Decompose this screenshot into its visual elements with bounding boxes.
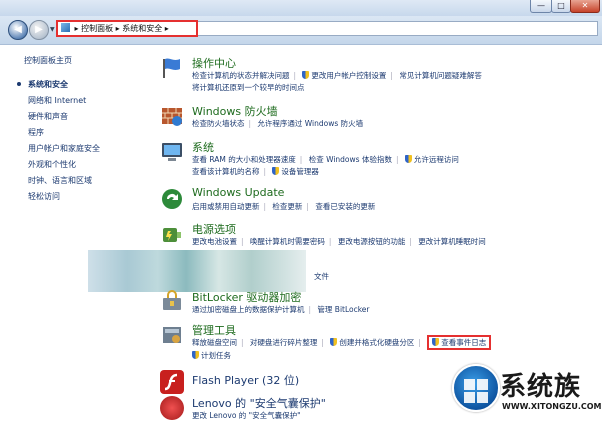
recent-pages-chevron-icon[interactable]: ▼ [50, 26, 55, 33]
watermark-url: WWW.XITONGZU.COM [502, 402, 602, 411]
experience-index-link[interactable]: 检查 Windows 体验指数 [309, 155, 392, 164]
sleep-time-link[interactable]: 更改计算机睡眠时间 [418, 237, 486, 246]
breadcrumb-system-security[interactable]: 系统和安全 [122, 24, 162, 33]
sidebar-item-user-accounts[interactable]: 用户帐户和家庭安全 [28, 143, 100, 154]
uac-settings-link[interactable]: 更改用户帐户控制设置 [311, 71, 386, 80]
sidebar-item-programs[interactable]: 程序 [28, 127, 44, 138]
check-status-link[interactable]: 检查计算机的状态并解决问题 [192, 71, 290, 80]
blurred-region [88, 250, 306, 292]
computer-icon [160, 140, 184, 164]
installed-updates-link[interactable]: 查看已安装的更新 [315, 202, 375, 211]
firewall-status-link[interactable]: 检查防火墙状态 [192, 119, 245, 128]
power-title[interactable]: 电源选项 [192, 221, 236, 237]
lenovo-icon [160, 396, 184, 420]
update-icon [160, 187, 184, 211]
watermark-text: 系统族 [500, 372, 582, 402]
bitlocker-title[interactable]: BitLocker 驱动器加密 [192, 289, 301, 305]
task-scheduler-shield-icon [192, 351, 199, 359]
remote-access-link[interactable]: 允许远程访问 [414, 155, 459, 164]
sidebar-item-clock-language[interactable]: 时钟、语言和区域 [28, 175, 92, 186]
navigation-bar: ◀ ▶ ▼ ▸ 控制面板 ▸ 系统和安全 ▸ [0, 16, 602, 45]
lenovo-airbag-link[interactable]: 更改 Lenovo 的 "安全气囊保护" [192, 411, 301, 420]
event-log-shield-icon [432, 338, 440, 346]
allow-program-link[interactable]: 允许程序通过 Windows 防火墙 [257, 119, 363, 128]
power-icon [160, 222, 184, 246]
admin-tools-title[interactable]: 管理工具 [192, 322, 236, 338]
manage-bitlocker-link[interactable]: 管理 BitLocker [317, 305, 369, 314]
admin-tools-icon [160, 323, 184, 347]
power-button-link[interactable]: 更改电源按钮的功能 [338, 237, 406, 246]
battery-settings-link[interactable]: 更改电池设置 [192, 237, 237, 246]
device-manager-link[interactable]: 设备管理器 [281, 167, 319, 176]
bitlocker-icon [160, 290, 184, 314]
action-center-title[interactable]: 操作中心 [192, 55, 236, 71]
sidebar: 控制面板主页 系统和安全 网络和 Internet 硬件和声音 程序 用户帐户和… [0, 45, 148, 420]
close-button[interactable]: ✕ [570, 0, 600, 13]
troubleshoot-link[interactable]: 常见计算机问题疑难解答 [399, 71, 482, 80]
event-log-highlight: 查看事件日志 [427, 335, 492, 350]
forward-button[interactable]: ▶ [29, 20, 49, 40]
minimize-button[interactable]: — [530, 0, 552, 13]
flash-icon [160, 370, 184, 394]
lenovo-title[interactable]: Lenovo 的 "安全气囊保护" [192, 395, 326, 411]
current-bullet-icon [17, 82, 21, 86]
computer-name-link[interactable]: 查看该计算机的名称 [192, 167, 260, 176]
uac-shield-icon [302, 71, 310, 79]
view-ram-link[interactable]: 查看 RAM 的大小和处理器速度 [192, 155, 296, 164]
control-panel-icon [61, 23, 70, 32]
partition-shield-icon [330, 338, 338, 346]
breadcrumb-control-panel[interactable]: 控制面板 [81, 24, 113, 33]
system-title[interactable]: 系统 [192, 139, 214, 155]
check-updates-link[interactable]: 检查更新 [272, 202, 302, 211]
back-button[interactable]: ◀ [8, 20, 28, 40]
system-restore-link[interactable]: 将计算机还原到一个较早的时间点 [192, 83, 305, 92]
breadcrumb-separator-icon: ▸ [164, 24, 169, 33]
breadcrumb[interactable]: ▸ 控制面板 ▸ 系统和安全 ▸ [56, 20, 198, 37]
sidebar-item-system-security[interactable]: 系统和安全 [28, 79, 68, 90]
device-manager-shield-icon [272, 167, 280, 175]
sidebar-item-appearance[interactable]: 外观和个性化 [28, 159, 76, 170]
windows-update-title[interactable]: Windows Update [192, 186, 284, 199]
watermark: 系统族 WWW.XITONGZU.COM [452, 360, 602, 420]
wake-password-link[interactable]: 唤醒计算机时需要密码 [250, 237, 325, 246]
encrypt-disk-link[interactable]: 通过加密磁盘上的数据保护计算机 [192, 305, 305, 314]
remote-shield-icon [404, 155, 412, 163]
title-bar: — □ ✕ [0, 0, 602, 16]
view-event-log-link[interactable]: 查看事件日志 [441, 338, 486, 347]
auto-update-link[interactable]: 启用或禁用自动更新 [192, 202, 260, 211]
firewall-icon [160, 104, 184, 128]
firewall-title[interactable]: Windows 防火墙 [192, 103, 278, 119]
watermark-logo-icon [452, 364, 500, 412]
sidebar-item-ease-of-access[interactable]: 轻松访问 [28, 191, 60, 202]
sidebar-item-network[interactable]: 网络和 Internet [28, 95, 86, 106]
maximize-button[interactable]: □ [551, 0, 571, 13]
backup-files-link[interactable]: 文件 [314, 272, 329, 281]
create-partition-link[interactable]: 创建并格式化硬盘分区 [339, 338, 414, 347]
sidebar-item-control-panel-home[interactable]: 控制面板主页 [24, 55, 72, 66]
flag-icon [160, 56, 184, 80]
task-scheduler-link[interactable]: 计划任务 [201, 351, 231, 360]
address-bar[interactable] [198, 21, 598, 36]
sidebar-item-hardware-sound[interactable]: 硬件和声音 [28, 111, 68, 122]
defrag-link[interactable]: 对硬盘进行碎片整理 [250, 338, 318, 347]
flash-player-title[interactable]: Flash Player (32 位) [192, 372, 299, 388]
free-disk-space-link[interactable]: 释放磁盘空间 [192, 338, 237, 347]
